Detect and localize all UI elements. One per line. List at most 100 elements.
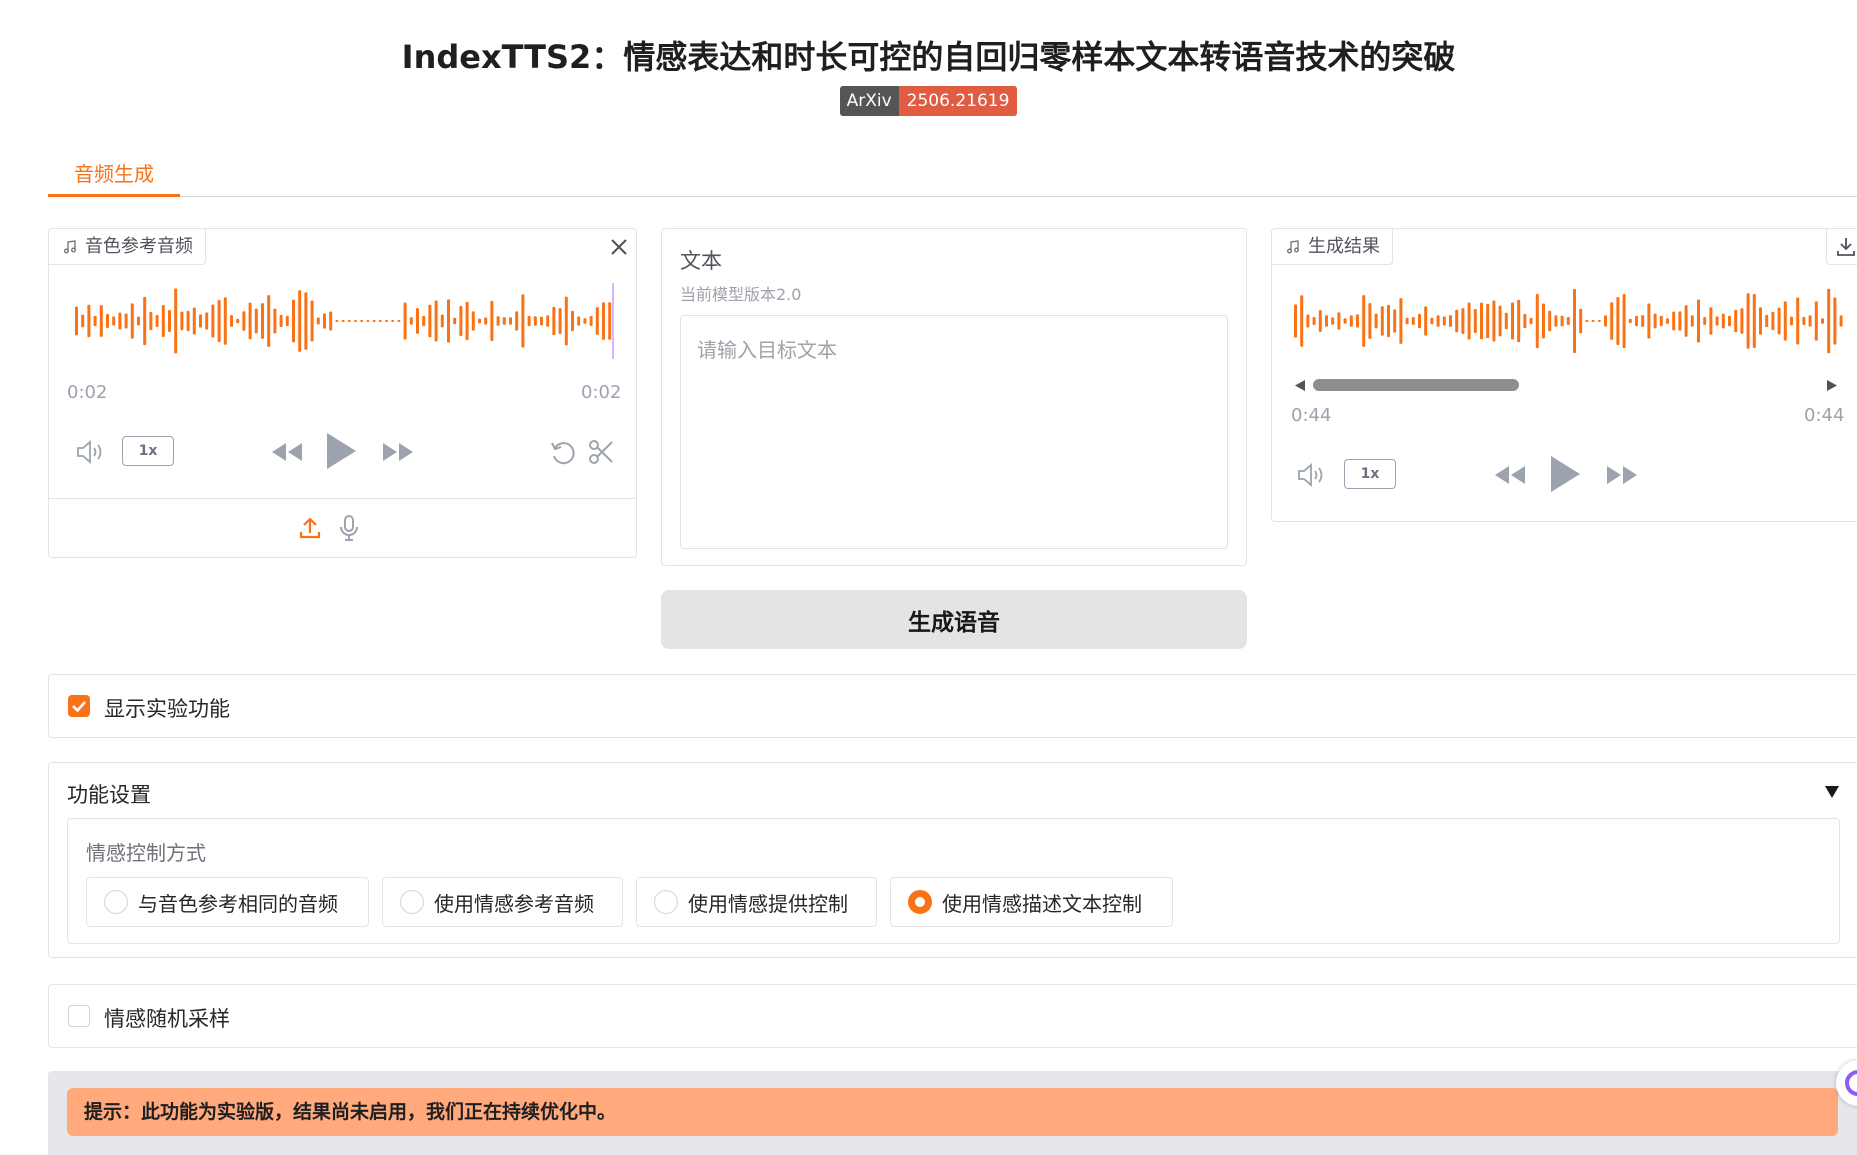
fast-forward-icon[interactable] [380, 440, 416, 464]
tab-audio-generation[interactable]: 音频生成 [48, 155, 180, 197]
waveform-bar [1374, 313, 1378, 329]
radio-button-selected[interactable] [908, 890, 932, 914]
waveform-bar [465, 301, 469, 341]
radio-button[interactable] [400, 890, 424, 914]
waveform-bar [1666, 318, 1669, 324]
waveform-bar [285, 315, 289, 327]
volume-icon[interactable] [75, 439, 107, 465]
waveform-bar [1752, 294, 1756, 348]
radio-option-label: 使用情感提供控制 [688, 891, 848, 916]
waveform-bar [595, 307, 599, 335]
waveform-bar [1325, 315, 1328, 327]
waveform-bar [217, 299, 221, 343]
volume-icon[interactable] [1296, 462, 1328, 488]
waveform-bar [1548, 310, 1552, 332]
waveform-bar [137, 316, 140, 326]
arxiv-badge[interactable]: ArXiv 2506.21619 [839, 86, 1018, 116]
waveform-bar [521, 294, 525, 348]
waveform-bar [527, 315, 531, 327]
rewind-icon[interactable] [1492, 463, 1528, 487]
music-note-icon [64, 239, 76, 253]
scissors-icon[interactable] [587, 438, 615, 466]
waveform-bar [459, 305, 463, 337]
waveform-bar [1790, 316, 1793, 326]
waveform-bar [1331, 317, 1335, 325]
waveform-bar [366, 320, 370, 322]
waveform-bar [1554, 315, 1558, 327]
waveform-bar [490, 300, 494, 342]
waveform-bar [502, 317, 506, 325]
upload-icon[interactable] [297, 515, 323, 541]
waveform-bar [1808, 315, 1812, 327]
feature-settings-title[interactable]: 功能设置 [67, 779, 151, 809]
waveform-bar [1411, 317, 1415, 325]
waveform-bar [509, 317, 512, 325]
microphone-icon[interactable] [337, 513, 361, 543]
result-waveform[interactable] [1290, 281, 1845, 361]
emotion-control-label: 情感控制方式 [86, 841, 206, 865]
reference-waveform[interactable] [71, 281, 616, 361]
play-icon[interactable] [1548, 454, 1582, 494]
waveform-bar [546, 315, 550, 327]
waveform-bar [552, 306, 556, 336]
waveform-bar [1362, 295, 1366, 347]
waveform-bar [1399, 298, 1403, 344]
waveform-bar [1380, 306, 1384, 336]
radio-option-same-as-reference[interactable]: 与音色参考相同的音频 [86, 877, 369, 927]
experimental-features-checkbox[interactable] [68, 695, 90, 717]
waveform-bar [1393, 309, 1397, 333]
waveform-bar [310, 300, 314, 342]
waveform-bar [1349, 315, 1353, 327]
collapse-triangle-icon[interactable] [1824, 785, 1840, 799]
scroll-left-arrow-icon[interactable] [1294, 379, 1306, 392]
arxiv-badge-id: 2506.21619 [898, 86, 1018, 116]
waveform-bar [1337, 312, 1341, 330]
target-text-input[interactable] [680, 315, 1228, 549]
waveform-bar [1566, 317, 1570, 325]
waveform-bar [354, 320, 357, 322]
waveform-bar [1517, 299, 1521, 343]
waveform-bar [428, 304, 432, 338]
result-speed-button[interactable]: 1x [1344, 459, 1396, 489]
waveform-bar [484, 317, 488, 325]
experimental-features-label: 显示实验功能 [104, 697, 230, 721]
waveform-bar [323, 313, 326, 329]
generate-speech-button[interactable]: 生成语音 [661, 590, 1247, 649]
play-icon[interactable] [324, 431, 358, 471]
result-audio-label: 生成结果 [1308, 236, 1380, 257]
undo-icon[interactable] [549, 439, 577, 467]
tab-bar: 音频生成 [48, 155, 1857, 197]
waveform-bar [1672, 311, 1676, 331]
waveform-bar [304, 292, 308, 350]
fast-forward-icon[interactable] [1604, 463, 1640, 487]
waveform-bar [1783, 301, 1787, 341]
waveform-bar [236, 318, 240, 324]
radio-option-emotion-reference-audio[interactable]: 使用情感参考音频 [382, 877, 623, 927]
radio-button[interactable] [654, 890, 678, 914]
waveform-bar [1734, 309, 1738, 333]
radio-option-emotion-provided-control[interactable]: 使用情感提供控制 [636, 877, 877, 927]
reference-speed-button[interactable]: 1x [122, 436, 174, 466]
scrollbar-thumb[interactable] [1313, 379, 1519, 391]
waveform-bar [1486, 303, 1490, 339]
waveform-bar [1498, 305, 1502, 337]
close-icon[interactable] [609, 237, 629, 257]
waveform-bar [1728, 315, 1731, 327]
reference-audio-panel: 音色参考音频 0:02 0:02 1x [48, 228, 637, 558]
rewind-icon[interactable] [269, 440, 305, 464]
random-sampling-checkbox[interactable] [68, 1005, 90, 1027]
waveform-bar [416, 308, 419, 334]
scroll-right-arrow-icon[interactable] [1826, 379, 1838, 392]
radio-button[interactable] [104, 890, 128, 914]
waveform-bar [298, 290, 302, 352]
download-button[interactable] [1826, 229, 1857, 265]
radio-option-emotion-text-control[interactable]: 使用情感描述文本控制 [890, 877, 1173, 927]
result-scrollbar[interactable] [1294, 375, 1839, 395]
result-time-current: 0:44 [1291, 405, 1332, 426]
experimental-features-row: 显示实验功能 [48, 674, 1857, 738]
waveform-bar [1405, 317, 1409, 325]
download-icon [1837, 238, 1855, 256]
waveform-bar [1535, 294, 1539, 348]
waveform-bar [279, 314, 283, 328]
radio-option-label: 与音色参考相同的音频 [138, 891, 338, 916]
